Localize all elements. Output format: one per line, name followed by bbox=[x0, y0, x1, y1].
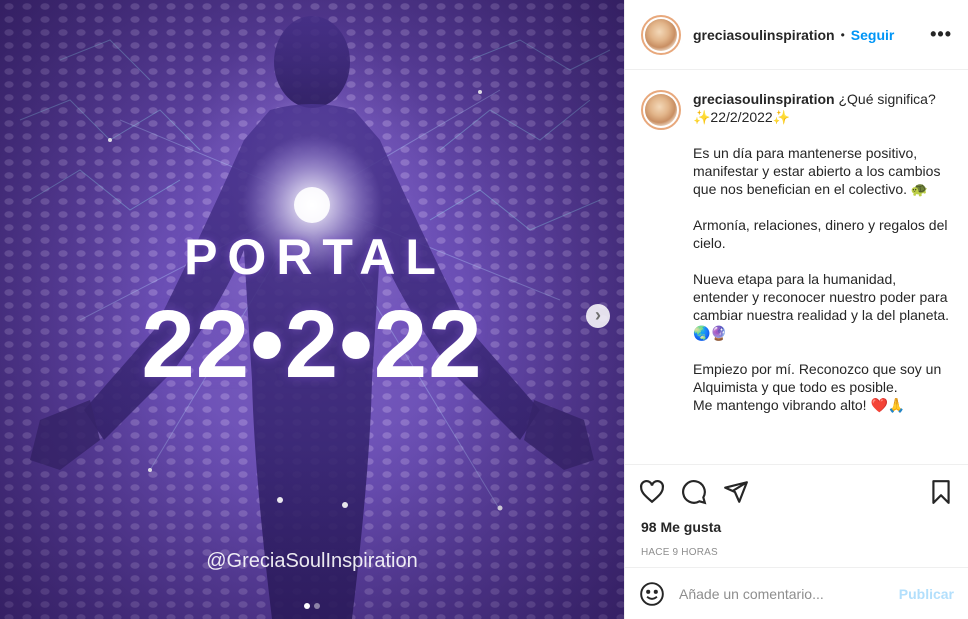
comment-icon[interactable] bbox=[681, 479, 707, 505]
caption-username[interactable]: greciasoulinspiration bbox=[693, 91, 835, 107]
comment-input[interactable] bbox=[679, 585, 899, 602]
bookmark-icon[interactable] bbox=[928, 479, 954, 505]
caption-area: greciasoulinspiration ¿Qué significa? ✨2… bbox=[625, 70, 968, 465]
caption-body: ¿Qué significa? ✨22/2/2022✨ Es un día pa… bbox=[693, 91, 950, 413]
next-image-button[interactable]: › bbox=[586, 304, 610, 328]
post-header: greciasoulinspiration • Seguir ••• bbox=[625, 0, 968, 70]
action-bar bbox=[625, 465, 968, 519]
emoji-icon[interactable] bbox=[639, 581, 665, 607]
caption-text: greciasoulinspiration ¿Qué significa? ✨2… bbox=[693, 90, 952, 414]
follow-button[interactable]: Seguir bbox=[851, 27, 895, 43]
portal-title: PORTAL bbox=[184, 229, 446, 285]
instagram-post: PORTAL 22•2•22 @GreciaSoulInspiration › … bbox=[0, 0, 968, 619]
share-icon[interactable] bbox=[723, 479, 749, 505]
heart-icon[interactable] bbox=[639, 479, 665, 505]
image-watermark: @GreciaSoulInspiration bbox=[206, 550, 418, 572]
portal-date: 22•2•22 bbox=[141, 291, 483, 398]
carousel-dot bbox=[304, 603, 310, 609]
separator: • bbox=[840, 27, 845, 42]
publish-button[interactable]: Publicar bbox=[899, 586, 954, 602]
comment-form: Publicar bbox=[625, 567, 968, 619]
avatar[interactable] bbox=[641, 14, 681, 55]
post-side-panel: greciasoulinspiration • Seguir ••• greci… bbox=[624, 0, 968, 619]
more-options-icon[interactable]: ••• bbox=[930, 24, 952, 45]
post-media[interactable]: PORTAL 22•2•22 @GreciaSoulInspiration › bbox=[0, 0, 624, 619]
caption-avatar[interactable] bbox=[641, 90, 681, 130]
username-link[interactable]: greciasoulinspiration bbox=[693, 27, 835, 43]
likes-count[interactable]: 98 Me gusta bbox=[625, 519, 968, 541]
carousel-dot bbox=[314, 603, 320, 609]
post-timestamp[interactable]: HACE 9 HORAS bbox=[625, 541, 968, 567]
caption-row: greciasoulinspiration ¿Qué significa? ✨2… bbox=[641, 90, 952, 414]
carousel-dots bbox=[0, 603, 624, 609]
